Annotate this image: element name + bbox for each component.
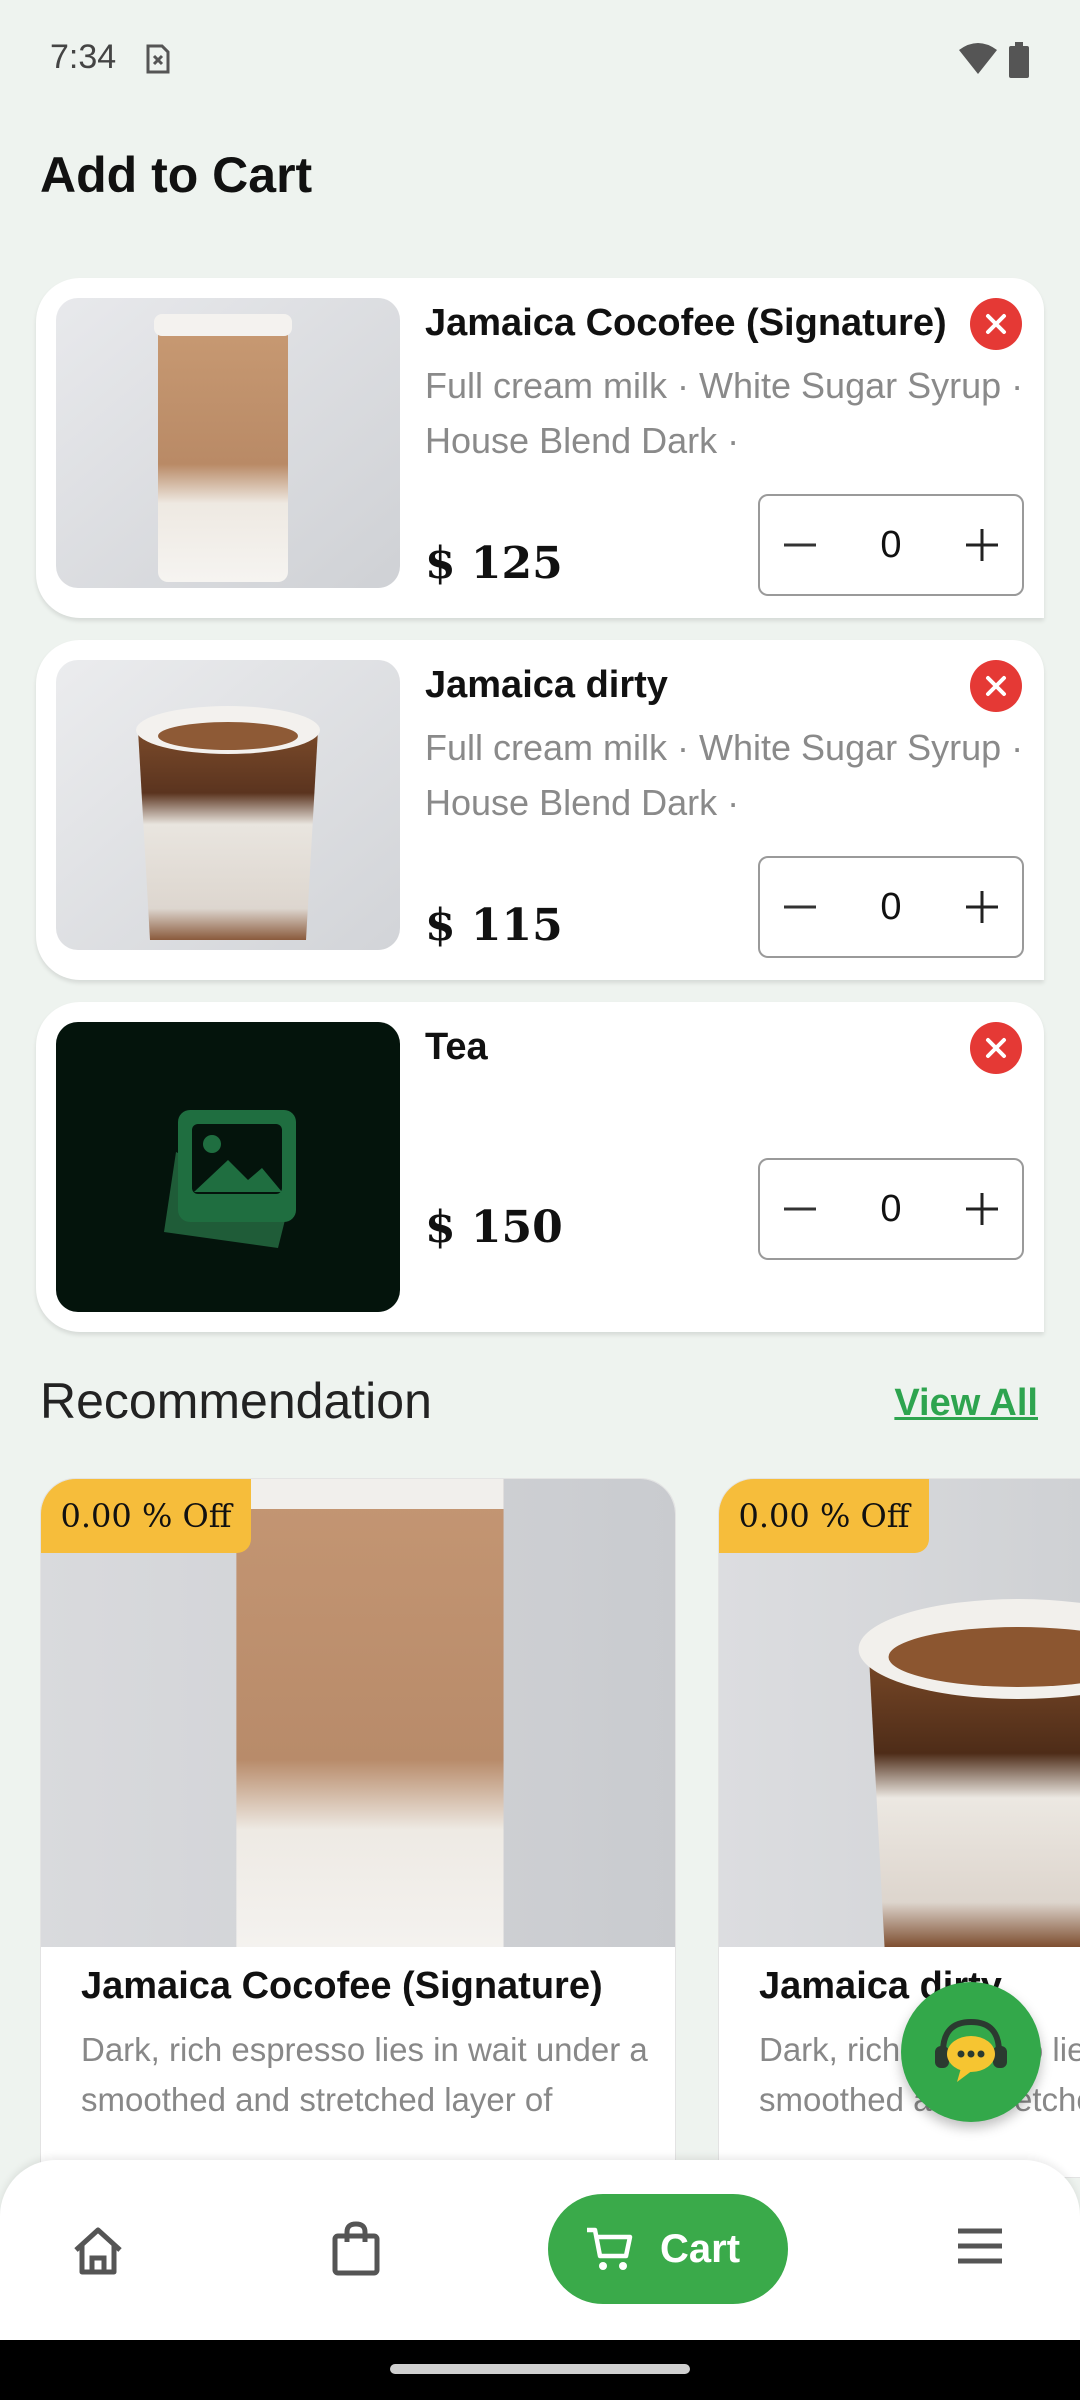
support-chat-button[interactable] bbox=[901, 1982, 1041, 2122]
minus-icon bbox=[784, 1207, 816, 1211]
system-gesture-bar bbox=[0, 2340, 1080, 2400]
recommendation-name: Jamaica Cocofee (Signature) bbox=[81, 1965, 603, 2007]
quantity-value: 0 bbox=[880, 1188, 902, 1230]
quantity-value: 0 bbox=[880, 524, 902, 566]
sim-card-icon bbox=[146, 44, 170, 74]
product-thumbnail bbox=[56, 660, 400, 950]
status-bar: 7:34 bbox=[0, 0, 1080, 120]
item-options: Full cream milk · White Sugar Syrup · Ho… bbox=[425, 727, 1024, 823]
recommendation-card[interactable]: 0.00 % Off Jamaica Cocofee (Signature) D… bbox=[40, 1478, 676, 2178]
plus-icon bbox=[966, 1193, 998, 1225]
decrease-quantity-button[interactable] bbox=[760, 1160, 840, 1258]
cart-item: Tea $ 150 0 bbox=[36, 1002, 1044, 1332]
discount-badge: 0.00 % Off bbox=[41, 1479, 251, 1553]
increase-quantity-button[interactable] bbox=[942, 858, 1022, 956]
increase-quantity-button[interactable] bbox=[942, 496, 1022, 594]
close-icon bbox=[986, 676, 1006, 696]
bottom-navigation: Cart bbox=[0, 2160, 1080, 2340]
decrease-quantity-button[interactable] bbox=[760, 858, 840, 956]
nav-cart-button[interactable]: Cart bbox=[548, 2194, 788, 2304]
product-thumbnail bbox=[56, 1022, 400, 1312]
status-time: 7:34 bbox=[50, 38, 117, 76]
remove-item-button[interactable] bbox=[970, 660, 1022, 712]
home-gesture-handle[interactable] bbox=[390, 2364, 690, 2374]
product-thumbnail bbox=[56, 298, 400, 588]
item-price: $ 150 bbox=[425, 1202, 563, 1253]
recommendation-title: Recommendation bbox=[40, 1373, 432, 1429]
item-name: Jamaica Cocofee (Signature) bbox=[425, 302, 947, 344]
wifi-icon bbox=[959, 43, 997, 74]
view-all-link[interactable]: View All bbox=[894, 1382, 1038, 1425]
page-title: Add to Cart bbox=[40, 147, 313, 203]
quantity-stepper: 0 bbox=[758, 1158, 1024, 1260]
battery-icon bbox=[1009, 42, 1029, 78]
increase-quantity-button[interactable] bbox=[942, 1160, 1022, 1258]
remove-item-button[interactable] bbox=[970, 298, 1022, 350]
close-icon bbox=[986, 314, 1006, 334]
discount-badge: 0.00 % Off bbox=[719, 1479, 929, 1553]
minus-icon bbox=[784, 543, 816, 547]
shopping-bag-icon[interactable] bbox=[330, 2220, 382, 2276]
image-placeholder-icon bbox=[164, 1110, 296, 1248]
support-chat-icon bbox=[935, 2018, 1007, 2082]
remove-item-button[interactable] bbox=[970, 1022, 1022, 1074]
quantity-stepper: 0 bbox=[758, 856, 1024, 958]
cart-icon bbox=[587, 2227, 633, 2270]
cart-item: Jamaica dirty Full cream milk · White Su… bbox=[36, 640, 1044, 980]
home-icon[interactable] bbox=[70, 2222, 126, 2278]
item-price: $ 115 bbox=[425, 900, 563, 951]
item-name: Tea bbox=[425, 1026, 488, 1068]
plus-icon bbox=[966, 529, 998, 561]
recommendation-description: Dark, rich espresso lies in wait under a… bbox=[81, 2031, 648, 2118]
item-name: Jamaica dirty bbox=[425, 664, 668, 706]
item-options: Full cream milk · White Sugar Syrup · Ho… bbox=[425, 365, 1024, 461]
quantity-value: 0 bbox=[880, 886, 902, 928]
quantity-stepper: 0 bbox=[758, 494, 1024, 596]
plus-icon bbox=[966, 891, 998, 923]
decrease-quantity-button[interactable] bbox=[760, 496, 840, 594]
close-icon bbox=[986, 1038, 1006, 1058]
menu-icon[interactable] bbox=[956, 2226, 1004, 2266]
cart-item: Jamaica Cocofee (Signature) Full cream m… bbox=[36, 278, 1044, 618]
nav-cart-label: Cart bbox=[660, 2227, 741, 2271]
minus-icon bbox=[784, 905, 816, 909]
item-price: $ 125 bbox=[425, 538, 563, 589]
